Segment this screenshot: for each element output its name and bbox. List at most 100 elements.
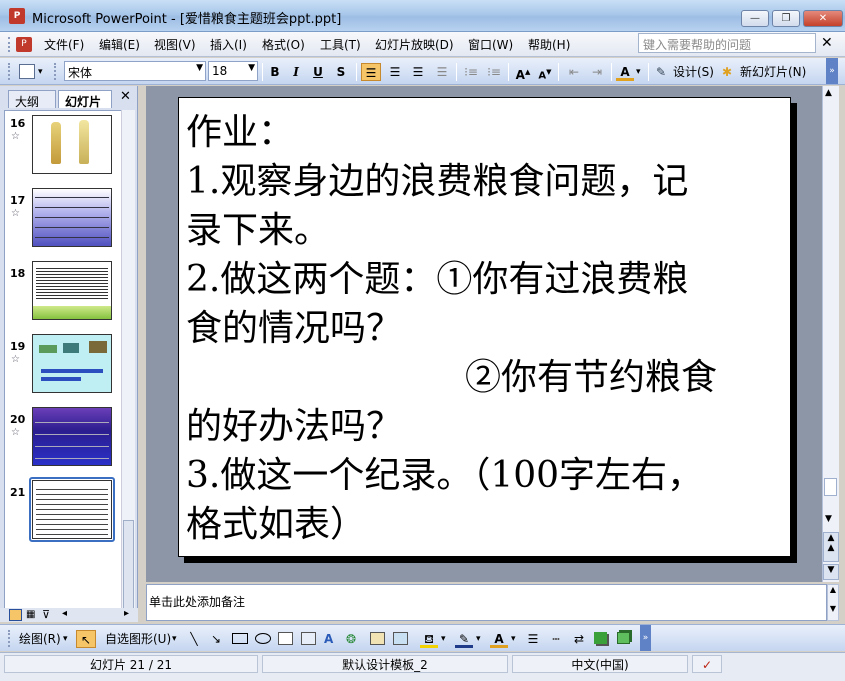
spellcheck-icon[interactable]: ✓: [692, 655, 722, 673]
chevron-down-icon[interactable]: ▾: [63, 630, 68, 648]
wordart-icon[interactable]: A: [324, 630, 333, 648]
font-color-dropdown-icon[interactable]: ▾: [636, 63, 641, 81]
prev-slide-icon[interactable]: ▲ ▲: [823, 532, 839, 562]
document-icon[interactable]: P: [16, 37, 32, 52]
new-document-icon[interactable]: [19, 64, 35, 79]
align-left-icon[interactable]: ☰: [361, 63, 381, 81]
autoshapes-button[interactable]: 自选图形(U): [105, 630, 171, 648]
help-search-input[interactable]: 键入需要帮助的问题: [638, 33, 816, 53]
scroll-thumb[interactable]: [824, 478, 837, 496]
select-arrow-icon[interactable]: ↖: [76, 630, 96, 648]
menu-insert[interactable]: 插入(I): [210, 36, 247, 53]
font-name-select[interactable]: 宋体 ▼: [64, 61, 206, 81]
align-center-icon[interactable]: ☰: [385, 63, 405, 81]
notes-scrollbar[interactable]: ▲ ▼: [827, 584, 839, 621]
slide-thumbnail-20[interactable]: [32, 407, 112, 466]
diagram-icon[interactable]: ❂: [346, 630, 356, 648]
tab-slides[interactable]: 幻灯片: [58, 90, 112, 109]
menu-view[interactable]: 视图(V): [154, 36, 196, 53]
slide-canvas[interactable]: 作业： 1.观察身边的浪费粮食问题，记 录下来。 2.做这两个题：①你有过浪费粮…: [178, 97, 791, 557]
new-slide-icon[interactable]: ✱: [722, 63, 732, 81]
line-style-icon[interactable]: ☰: [524, 630, 542, 648]
chevron-down-icon[interactable]: ▾: [172, 630, 177, 648]
menu-slideshow[interactable]: 幻灯片放映(D): [375, 36, 454, 53]
fill-color-icon[interactable]: ⛾: [420, 630, 438, 648]
font-color-icon[interactable]: A: [490, 630, 508, 648]
scroll-down-icon[interactable]: ▼: [828, 604, 838, 613]
menu-help[interactable]: 帮助(H): [528, 36, 570, 53]
toolbar-options-icon[interactable]: »: [826, 58, 838, 84]
chevron-down-icon[interactable]: ▾: [511, 630, 516, 648]
chevron-down-icon[interactable]: ▼: [196, 63, 203, 73]
powerpoint-icon[interactable]: P: [9, 8, 25, 24]
close-button[interactable]: ✕: [803, 10, 843, 27]
italic-button[interactable]: I: [287, 63, 305, 81]
increase-font-icon[interactable]: A▲: [513, 63, 533, 82]
scroll-thumb[interactable]: [123, 520, 134, 615]
picture-icon[interactable]: [393, 632, 408, 645]
slide-sorter-icon[interactable]: ▦: [26, 609, 35, 620]
line-color-icon[interactable]: ✎: [455, 630, 473, 648]
slide-thumbnail-18[interactable]: [32, 261, 112, 320]
slide-text[interactable]: 作业： 1.观察身边的浪费粮食问题，记 录下来。 2.做这两个题：①你有过浪费粮…: [186, 108, 786, 549]
font-size-select[interactable]: 18 ▼: [208, 61, 258, 81]
textbox-icon[interactable]: [278, 632, 293, 645]
close-doc-icon[interactable]: ✕: [821, 35, 833, 51]
tab-outline[interactable]: 大纲: [8, 90, 56, 109]
design-button[interactable]: 设计(S): [673, 63, 714, 81]
scroll-left-icon[interactable]: ◂: [62, 608, 67, 619]
oval-icon[interactable]: [255, 633, 271, 644]
scroll-down-icon[interactable]: ▼: [825, 514, 832, 524]
line-icon[interactable]: ╲: [186, 630, 202, 648]
draw-menu-button[interactable]: 绘图(R): [19, 630, 61, 648]
scroll-up-icon[interactable]: ▲: [828, 585, 838, 594]
maximize-button[interactable]: ❐: [772, 10, 800, 27]
design-icon[interactable]: ✎: [656, 63, 666, 81]
slide-thumbnail-16[interactable]: [32, 115, 112, 174]
new-slide-button[interactable]: 新幻灯片(N): [740, 63, 806, 81]
toolbar-grip[interactable]: [8, 63, 11, 80]
menu-format[interactable]: 格式(O): [262, 36, 305, 53]
numbered-list-icon[interactable]: ⁝≡: [461, 63, 481, 81]
clipart-icon[interactable]: [370, 632, 385, 645]
toolbar-options-icon[interactable]: »: [640, 625, 651, 651]
chevron-down-icon[interactable]: ▾: [476, 630, 481, 648]
notes-pane[interactable]: 单击此处添加备注: [146, 584, 827, 621]
menu-file[interactable]: 文件(F): [44, 36, 84, 53]
normal-view-icon[interactable]: [9, 609, 22, 621]
chevron-down-icon[interactable]: ▼: [248, 63, 255, 73]
slideshow-view-icon[interactable]: ⊽: [42, 608, 50, 621]
menu-edit[interactable]: 编辑(E): [99, 36, 140, 53]
menu-grip[interactable]: [8, 37, 11, 52]
scroll-up-icon[interactable]: ▲: [825, 88, 832, 98]
close-panel-icon[interactable]: ✕: [120, 89, 131, 104]
bold-button[interactable]: B: [266, 63, 284, 81]
justify-icon[interactable]: ☰: [432, 63, 452, 81]
arrow-icon[interactable]: ↘: [208, 630, 224, 648]
scroll-right-icon[interactable]: ▸: [124, 608, 129, 619]
shadow-button[interactable]: S: [332, 63, 350, 81]
chevron-down-icon[interactable]: ▾: [441, 630, 446, 648]
new-dropdown-icon[interactable]: ▾: [38, 63, 43, 81]
arrow-style-icon[interactable]: ⇄: [570, 630, 588, 648]
slide-thumbnail-19[interactable]: [32, 334, 112, 393]
vertical-textbox-icon[interactable]: [301, 632, 316, 645]
dash-style-icon[interactable]: ┅: [547, 630, 565, 648]
increase-indent-icon[interactable]: ⇥: [587, 63, 607, 81]
underline-button[interactable]: U: [309, 63, 327, 81]
decrease-font-icon[interactable]: A▼: [535, 63, 555, 81]
menu-tools[interactable]: 工具(T): [320, 36, 361, 53]
editor-scrollbar[interactable]: ▲ ▼ ▲ ▲ ▼: [822, 86, 839, 582]
menu-window[interactable]: 窗口(W): [468, 36, 513, 53]
slide-thumbnail-21[interactable]: [32, 480, 112, 539]
3d-style-icon[interactable]: [617, 632, 630, 644]
decrease-indent-icon[interactable]: ⇤: [564, 63, 584, 81]
toolbar-grip[interactable]: [8, 630, 11, 647]
minimize-button[interactable]: —: [741, 10, 769, 27]
slide-thumbnail-17[interactable]: [32, 188, 112, 247]
font-color-icon[interactable]: A: [616, 63, 634, 81]
rectangle-icon[interactable]: [232, 633, 248, 644]
toolbar-grip-2[interactable]: [54, 63, 57, 80]
thumbnail-scrollbar[interactable]: [121, 110, 135, 618]
shadow-style-icon[interactable]: [594, 632, 607, 644]
